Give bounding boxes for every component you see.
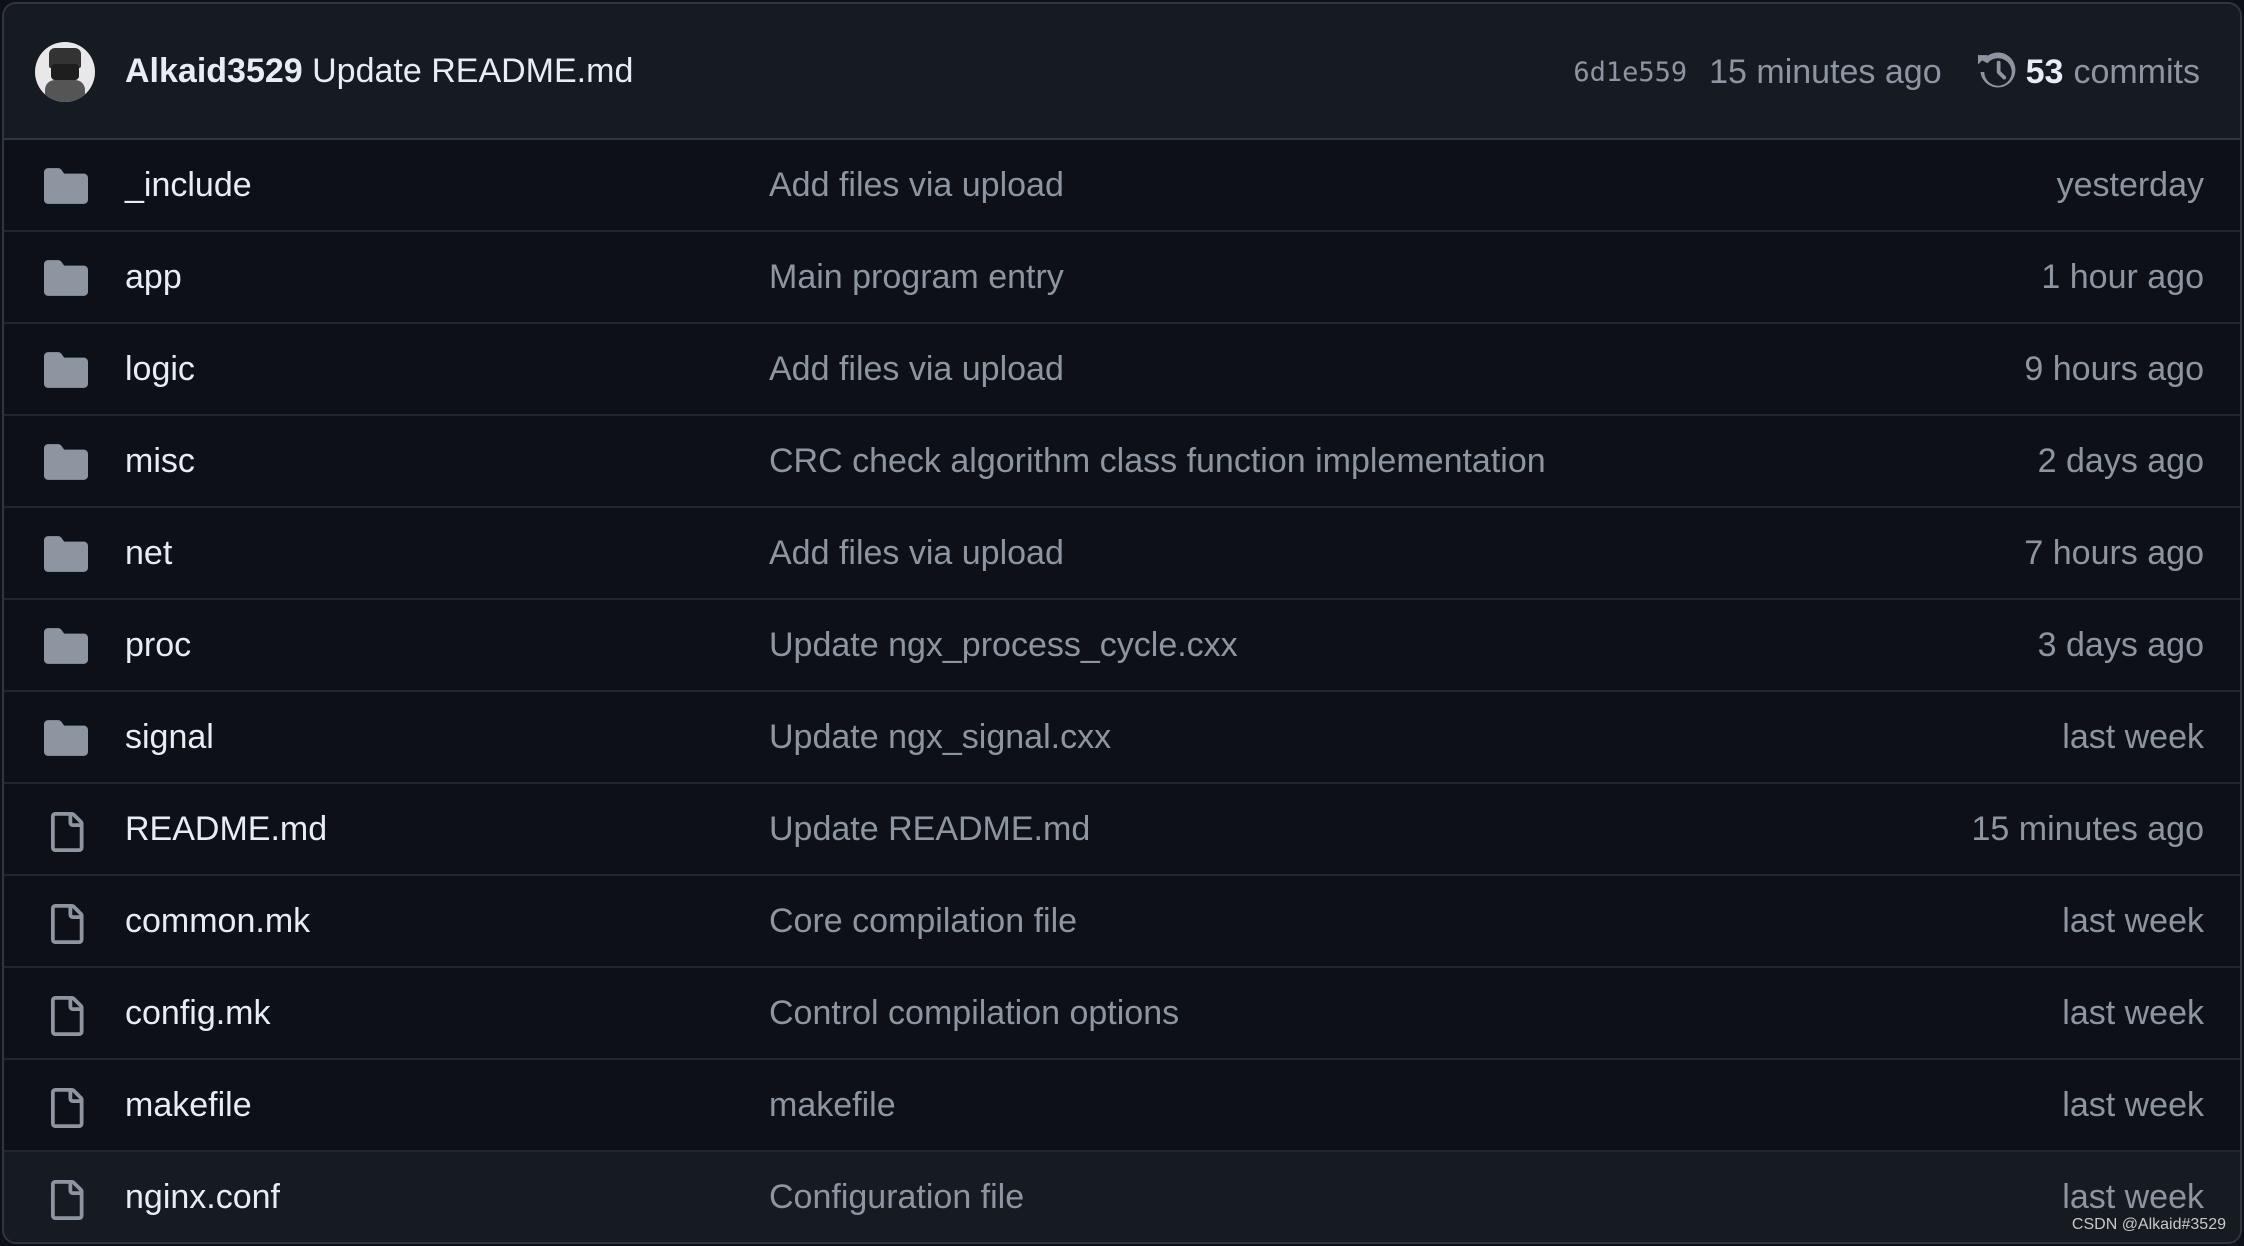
commit-date: 2 days ago — [2037, 442, 2204, 480]
commit-message-link[interactable]: Add files via upload — [769, 534, 1064, 573]
commit-date: last week — [2062, 718, 2204, 756]
commit-date: last week — [2062, 1178, 2204, 1216]
file-list: _include Add files via upload yesterday app… — [4, 140, 2240, 1242]
folder-icon — [44, 168, 88, 204]
file-icon — [44, 1180, 88, 1220]
file-name-link[interactable]: signal — [125, 718, 214, 757]
commit-date: 3 days ago — [2037, 626, 2204, 664]
commit-sha-link[interactable]: 6d1e559 — [1573, 57, 1687, 88]
file-row[interactable]: app Main program entry 1 hour ago — [4, 232, 2240, 324]
commit-author-link[interactable]: Alkaid3529 — [125, 52, 303, 90]
file-row[interactable]: _include Add files via upload yesterday — [4, 140, 2240, 232]
file-name-link[interactable]: misc — [125, 442, 195, 481]
folder-icon — [44, 260, 88, 296]
commit-message-link[interactable]: Update README.md — [769, 810, 1090, 849]
commit-message-link[interactable]: Update ngx_signal.cxx — [769, 718, 1111, 757]
commit-date: 1 hour ago — [2041, 258, 2204, 296]
folder-icon — [44, 720, 88, 756]
latest-commit: Alkaid3529 Update README.md — [125, 52, 633, 91]
commit-date: last week — [2062, 902, 2204, 940]
watermark: CSDN @Alkaid#3529 — [2071, 1216, 2226, 1233]
commit-message-link[interactable]: Add files via upload — [769, 166, 1064, 205]
commit-message-link[interactable]: Configuration file — [769, 1178, 1024, 1217]
file-row[interactable]: makefile makefile last week — [4, 1060, 2240, 1152]
file-name-link[interactable]: app — [125, 258, 182, 297]
file-name-link[interactable]: README.md — [125, 810, 327, 849]
file-name-link[interactable]: makefile — [125, 1086, 252, 1125]
commit-date: last week — [2062, 994, 2204, 1032]
commit-message-link[interactable]: Update README.md — [312, 52, 633, 90]
file-name-link[interactable]: _include — [125, 166, 252, 205]
file-row[interactable]: config.mk Control compilation options last… — [4, 968, 2240, 1060]
file-name-link[interactable]: net — [125, 534, 172, 573]
commit-count[interactable]: 53 — [2026, 53, 2064, 92]
commit-date: last week — [2062, 1086, 2204, 1124]
folder-icon — [44, 444, 88, 480]
history-icon[interactable] — [1977, 52, 2018, 92]
commit-date: 9 hours ago — [2024, 350, 2204, 388]
commit-date: yesterday — [2056, 166, 2204, 204]
file-icon — [44, 904, 88, 944]
folder-icon — [44, 536, 88, 572]
file-name-link[interactable]: logic — [125, 350, 195, 389]
file-name-link[interactable]: common.mk — [125, 902, 310, 941]
file-row[interactable]: net Add files via upload 7 hours ago — [4, 508, 2240, 600]
file-icon — [44, 996, 88, 1036]
file-name-link[interactable]: config.mk — [125, 994, 271, 1033]
commit-time: 15 minutes ago — [1709, 52, 1942, 91]
file-row[interactable]: proc Update ngx_process_cycle.cxx 3 days a… — [4, 600, 2240, 692]
file-name-link[interactable]: proc — [125, 626, 191, 665]
commits-label[interactable]: commits — [2073, 53, 2200, 92]
file-row[interactable]: logic Add files via upload 9 hours ago — [4, 324, 2240, 416]
file-icon — [44, 812, 88, 852]
commit-date: 15 minutes ago — [1971, 810, 2205, 848]
commit-date: 7 hours ago — [2024, 534, 2204, 572]
commit-message-link[interactable]: CRC check algorithm class function imple… — [769, 442, 1546, 481]
commit-message-link[interactable]: Control compilation options — [769, 994, 1179, 1033]
file-row[interactable]: misc CRC check algorithm class function i… — [4, 416, 2240, 508]
commit-message-link[interactable]: Update ngx_process_cycle.cxx — [769, 626, 1238, 665]
folder-icon — [44, 628, 88, 664]
commit-message-link[interactable]: makefile — [769, 1086, 896, 1125]
file-row[interactable]: signal Update ngx_signal.cxx last week — [4, 692, 2240, 784]
folder-icon — [44, 352, 88, 388]
avatar[interactable] — [35, 42, 95, 102]
file-name-link[interactable]: nginx.conf — [125, 1178, 280, 1217]
file-row[interactable]: common.mk Core compilation file last week — [4, 876, 2240, 968]
commit-message-link[interactable]: Core compilation file — [769, 902, 1077, 941]
commit-message-link[interactable]: Main program entry — [769, 258, 1064, 297]
commit-message-link[interactable]: Add files via upload — [769, 350, 1064, 389]
file-row[interactable]: nginx.conf Configuration file last week — [4, 1152, 2240, 1242]
commit-meta: 6d1e559 15 minutes ago 53 commits — [1573, 52, 2200, 92]
latest-commit-bar: Alkaid3529 Update README.md 6d1e559 15 m… — [4, 4, 2240, 140]
file-row[interactable]: README.md Update README.md 15 minutes ago — [4, 784, 2240, 876]
file-browser: Alkaid3529 Update README.md 6d1e559 15 m… — [2, 2, 2242, 1244]
file-icon — [44, 1088, 88, 1128]
